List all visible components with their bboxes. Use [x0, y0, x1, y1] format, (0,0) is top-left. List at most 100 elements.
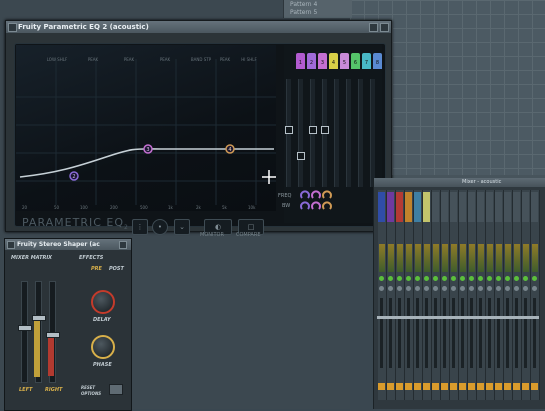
pan-knob[interactable]: [478, 286, 483, 291]
mute-led[interactable]: [532, 276, 537, 281]
send-switch[interactable]: [450, 383, 457, 390]
hq-toggle-button[interactable]: •: [152, 219, 168, 235]
mixer-strip-name[interactable]: [477, 192, 484, 222]
send-switch[interactable]: [468, 383, 475, 390]
volume-fader-track[interactable]: [380, 298, 383, 368]
mixer-strip-name[interactable]: [423, 192, 430, 222]
pan-knob[interactable]: [532, 286, 537, 291]
band-2-button[interactable]: 2: [307, 53, 316, 69]
pan-knob[interactable]: [415, 286, 420, 291]
mute-led[interactable]: [505, 276, 510, 281]
volume-fader-handle[interactable]: [467, 316, 476, 319]
volume-fader-track[interactable]: [524, 298, 527, 368]
send-switch[interactable]: [423, 383, 430, 390]
band-type-label[interactable]: HI SHLF: [238, 57, 260, 65]
volume-fader-track[interactable]: [533, 298, 536, 368]
fader-handle[interactable]: [18, 325, 32, 331]
pan-knob[interactable]: [442, 286, 447, 291]
pan-knob[interactable]: [514, 286, 519, 291]
send-switch[interactable]: [387, 383, 394, 390]
volume-fader-handle[interactable]: [503, 316, 512, 319]
mixer-strip-name[interactable]: [486, 192, 493, 222]
send-switch[interactable]: [504, 383, 511, 390]
mute-led[interactable]: [514, 276, 519, 281]
pan-knob[interactable]: [388, 286, 393, 291]
mixer-strip-name[interactable]: [432, 192, 439, 222]
pan-knob[interactable]: [487, 286, 492, 291]
mixer-strip-name[interactable]: [441, 192, 448, 222]
mixer-strip-name[interactable]: [459, 192, 466, 222]
gain-slider-track[interactable]: [298, 79, 303, 187]
volume-fader-track[interactable]: [398, 298, 401, 368]
volume-fader-track[interactable]: [407, 298, 410, 368]
volume-fader-track[interactable]: [497, 298, 500, 368]
band-type-label[interactable]: PEAK: [154, 57, 176, 65]
mute-led[interactable]: [469, 276, 474, 281]
volume-fader-track[interactable]: [479, 298, 482, 368]
stereo-shaper-title-bar[interactable]: Fruity Stereo Shaper (ac: [5, 239, 131, 250]
pan-knob[interactable]: [451, 286, 456, 291]
pattern-item[interactable]: Pattern 5: [290, 9, 317, 16]
band-1-button[interactable]: 1: [296, 53, 305, 69]
eq-graph[interactable]: 2 3 4: [16, 45, 276, 211]
volume-fader-track[interactable]: [434, 298, 437, 368]
mixer-strip-name[interactable]: [378, 192, 385, 222]
band-gain-handle[interactable]: [285, 126, 293, 134]
mixer-strip-name[interactable]: [531, 192, 538, 222]
volume-fader-track[interactable]: [470, 298, 473, 368]
send-switch[interactable]: [477, 383, 484, 390]
mixer-strip-name[interactable]: [504, 192, 511, 222]
volume-fader-handle[interactable]: [404, 316, 413, 319]
window-menu-icon[interactable]: [8, 23, 17, 32]
mute-led[interactable]: [478, 276, 483, 281]
send-switch[interactable]: [432, 383, 439, 390]
pan-knob[interactable]: [397, 286, 402, 291]
volume-fader-handle[interactable]: [530, 316, 539, 319]
send-switch[interactable]: [378, 383, 385, 390]
fader-handle[interactable]: [32, 315, 46, 321]
volume-fader-handle[interactable]: [422, 316, 431, 319]
close-icon[interactable]: [119, 241, 127, 249]
band-gain-handle[interactable]: [321, 126, 329, 134]
gain-slider-track[interactable]: [334, 79, 339, 187]
volume-fader-handle[interactable]: [485, 316, 494, 319]
mute-led[interactable]: [523, 276, 528, 281]
window-menu-icon[interactable]: [7, 241, 15, 249]
volume-fader-handle[interactable]: [458, 316, 467, 319]
volume-fader-handle[interactable]: [386, 316, 395, 319]
band-type-label[interactable]: PEAK: [214, 57, 236, 65]
pan-knob[interactable]: [460, 286, 465, 291]
mixer-strip-name[interactable]: [468, 192, 475, 222]
band-7-button[interactable]: 7: [362, 53, 371, 69]
send-switch[interactable]: [441, 383, 448, 390]
mute-led[interactable]: [379, 276, 384, 281]
volume-fader-handle[interactable]: [431, 316, 440, 319]
pan-knob[interactable]: [505, 286, 510, 291]
mute-led[interactable]: [397, 276, 402, 281]
reset-label[interactable]: RESET: [81, 385, 95, 390]
pan-knob[interactable]: [523, 286, 528, 291]
volume-fader-handle[interactable]: [512, 316, 521, 319]
left-fader-track[interactable]: [21, 281, 28, 383]
snapshot-button[interactable]: ⌄: [174, 219, 190, 235]
send-switch[interactable]: [459, 383, 466, 390]
send-switch[interactable]: [531, 383, 538, 390]
bw-knobs[interactable]: [298, 189, 334, 211]
volume-fader-track[interactable]: [452, 298, 455, 368]
close-icon[interactable]: [380, 23, 389, 32]
pan-knob[interactable]: [496, 286, 501, 291]
volume-fader-handle[interactable]: [494, 316, 503, 319]
send-switch[interactable]: [396, 383, 403, 390]
mute-led[interactable]: [433, 276, 438, 281]
band-type-label[interactable]: LOW SHLF: [46, 57, 68, 65]
mixer-strip-name[interactable]: [396, 192, 403, 222]
send-switch[interactable]: [405, 383, 412, 390]
pan-knob[interactable]: [469, 286, 474, 291]
mixer-strip-name[interactable]: [405, 192, 412, 222]
volume-fader-track[interactable]: [425, 298, 428, 368]
band-6-button[interactable]: 6: [351, 53, 360, 69]
volume-fader-handle[interactable]: [440, 316, 449, 319]
mute-led[interactable]: [460, 276, 465, 281]
pan-knob[interactable]: [379, 286, 384, 291]
band-3-button[interactable]: 3: [318, 53, 327, 69]
